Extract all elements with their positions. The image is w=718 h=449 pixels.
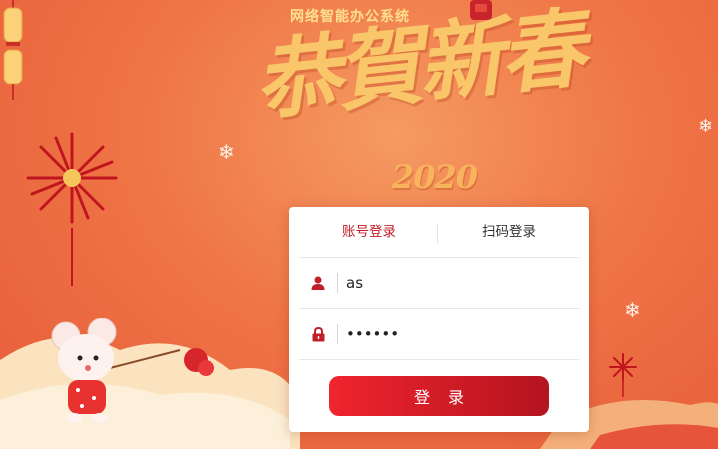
tab-account-login[interactable]: 账号登录 (299, 207, 439, 257)
mouse-mascot-illustration (51, 318, 214, 423)
lock-icon (299, 326, 337, 342)
lantern-decoration (3, 0, 23, 100)
tab-divider (437, 225, 438, 243)
password-input[interactable] (346, 319, 579, 349)
year-text: 2020 (392, 158, 478, 196)
field-separator (337, 273, 338, 293)
firework-decoration (26, 132, 118, 286)
login-tabs: 账号登录 扫码登录 (299, 207, 579, 258)
field-separator (337, 324, 338, 344)
snowflake-icon: ❄ (218, 140, 235, 164)
tab-qr-login[interactable]: 扫码登录 (439, 207, 579, 257)
login-button[interactable]: 登录 (329, 376, 549, 416)
user-icon (299, 276, 337, 290)
password-field (299, 309, 579, 360)
login-card: 账号登录 扫码登录 登录 (289, 207, 589, 432)
username-field (299, 258, 579, 309)
username-input[interactable] (346, 268, 579, 298)
snowflake-icon: ❄ (698, 116, 714, 137)
